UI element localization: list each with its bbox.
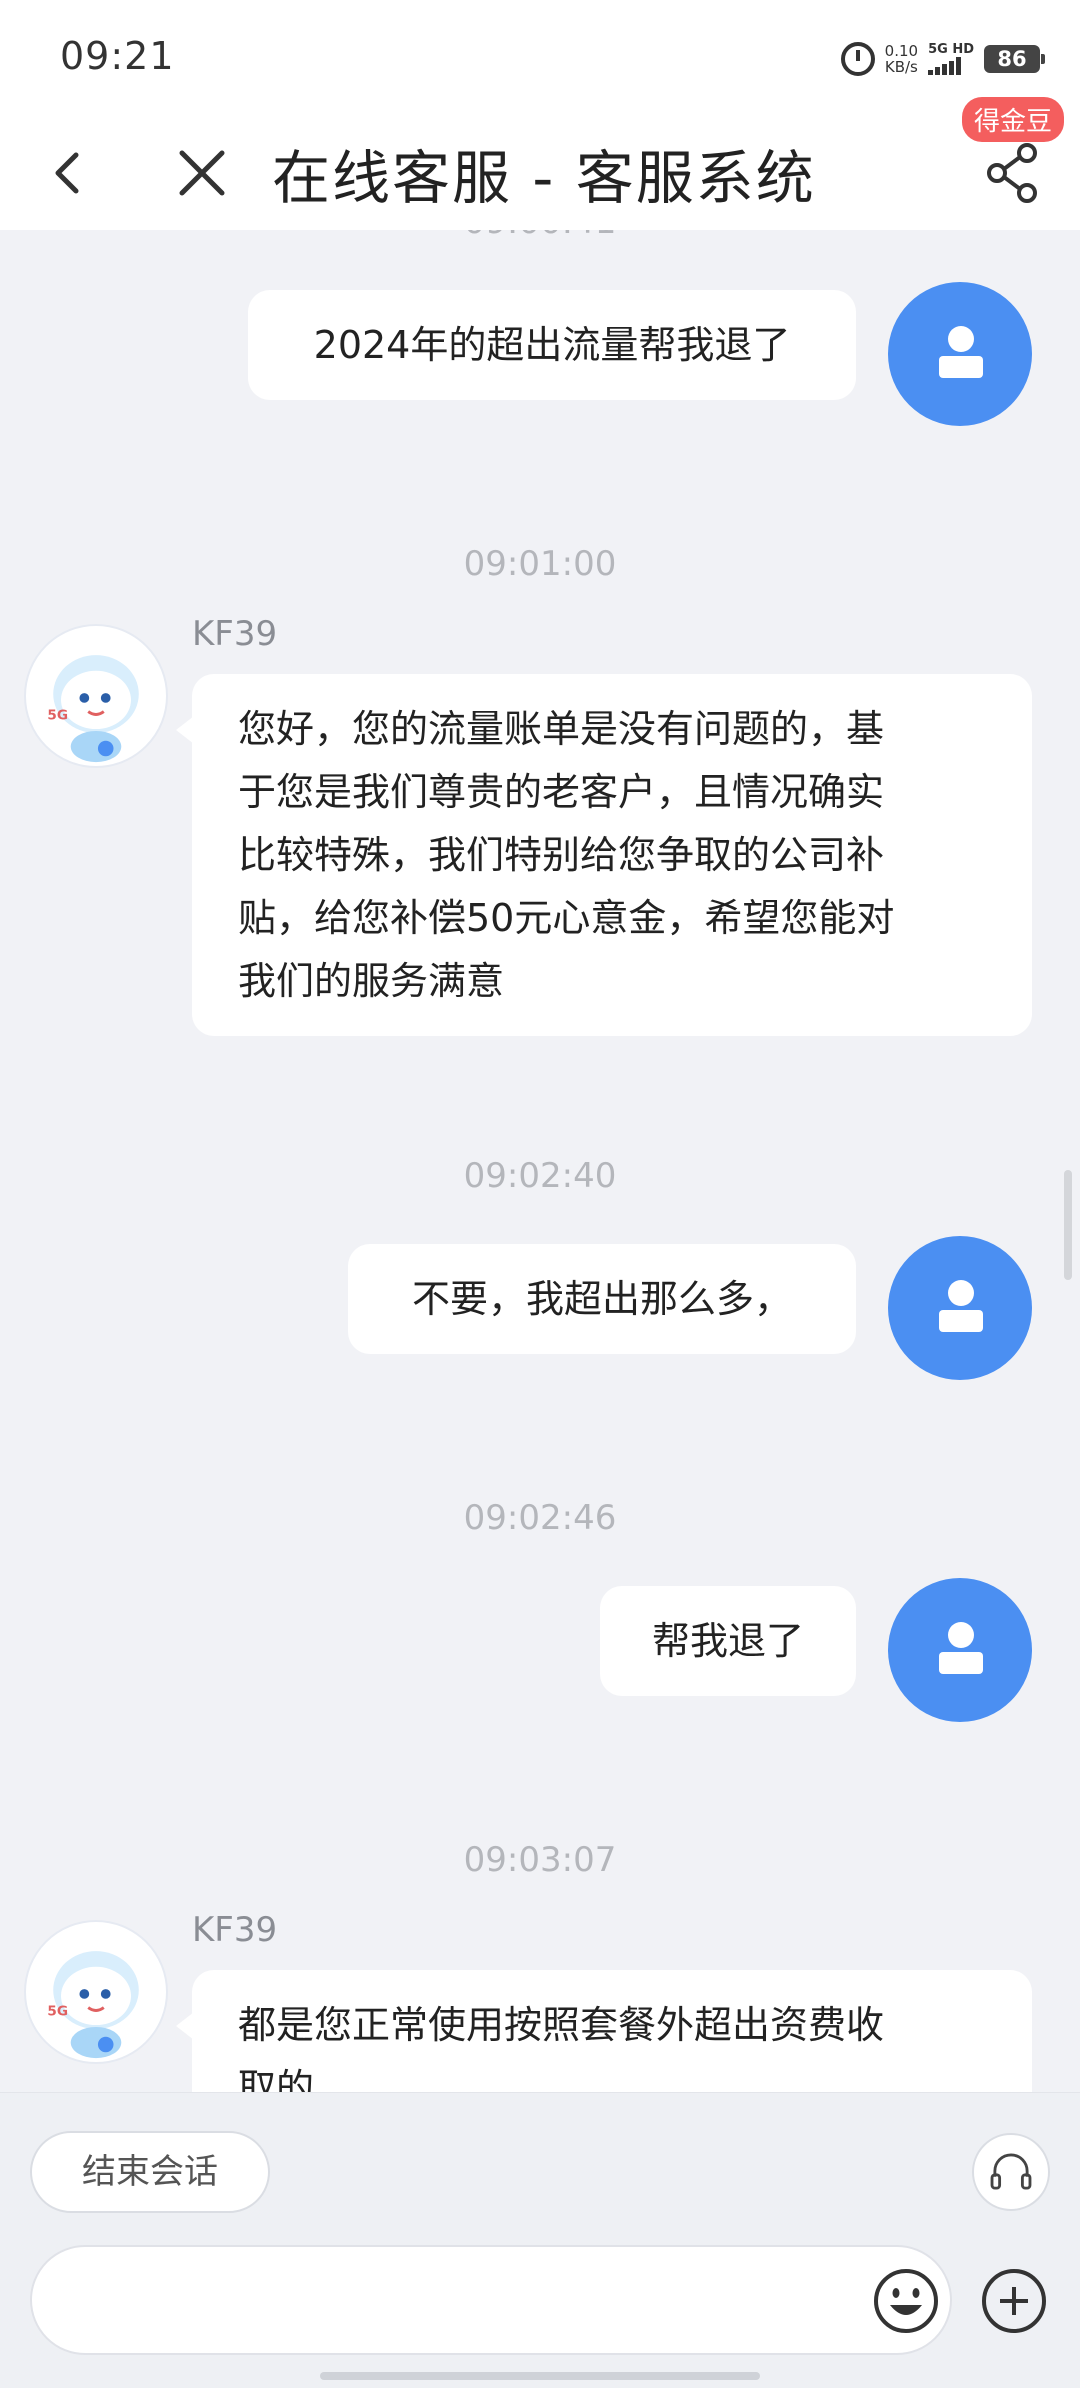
status-bar: 09:21 0.10 KB/s 5G HD 86 bbox=[0, 0, 1080, 115]
message-bubble-user[interactable]: 帮我退了 bbox=[600, 1586, 856, 1696]
agent-name: KF39 bbox=[192, 614, 278, 654]
user-avatar bbox=[888, 282, 1032, 426]
svg-text:5G: 5G bbox=[47, 2003, 68, 2019]
user-avatar bbox=[888, 1578, 1032, 1722]
scrollbar[interactable] bbox=[1064, 1170, 1072, 1280]
plus-icon[interactable] bbox=[980, 2267, 1048, 2335]
timestamp: 09:02:46 bbox=[463, 1498, 617, 1538]
message-line: 于您是我们尊贵的老客户，且情况确实 bbox=[238, 770, 885, 814]
status-time: 09:21 bbox=[60, 34, 175, 78]
emoji-icon[interactable] bbox=[872, 2267, 940, 2335]
network-speed: 0.10 KB/s bbox=[885, 43, 918, 75]
timestamp: 09:03:07 bbox=[463, 1840, 617, 1880]
message-line: 比较特殊，我们特别给您争取的公司补 bbox=[238, 833, 885, 877]
close-icon[interactable] bbox=[172, 143, 232, 203]
network-speed-unit: KB/s bbox=[884, 58, 918, 76]
message-line: 取的 bbox=[238, 2066, 315, 2092]
header-bar: 在线客服 - 客服系统 得金豆 bbox=[0, 97, 1080, 230]
home-indicator bbox=[320, 2372, 760, 2380]
battery-icon: 86 bbox=[984, 45, 1045, 73]
alarm-icon bbox=[840, 42, 875, 76]
end-chat-button[interactable]: 结束会话 bbox=[30, 2131, 270, 2213]
message-bubble-agent[interactable]: 都是您正常使用按照套餐外超出资费收 取的 bbox=[176, 1970, 1032, 2092]
bot-avatar-icon: 5G bbox=[47, 655, 139, 763]
message-bubble-user[interactable]: 2024年的超出流量帮我退了 bbox=[248, 290, 856, 400]
message-line: 您好，您的流量账单是没有问题的，基 bbox=[238, 707, 885, 751]
network-speed-value: 0.10 bbox=[884, 42, 919, 60]
message-bubble-agent[interactable]: 您好，您的流量账单是没有问题的，基 于您是我们尊贵的老客户，且情况确实 比较特殊… bbox=[176, 674, 1032, 1036]
headset-icon bbox=[990, 2153, 1032, 2190]
timestamp: 09:01:00 bbox=[463, 544, 617, 584]
page-title: 在线客服 - 客服系统 bbox=[272, 144, 816, 212]
headset-button[interactable] bbox=[972, 2133, 1050, 2211]
timestamp: 09:00:41 bbox=[0, 230, 1080, 242]
gold-bean-badge[interactable]: 得金豆 bbox=[962, 97, 1065, 142]
message-line: 贴，给您补偿50元心意金，希望您能对 bbox=[238, 896, 895, 940]
share-icon[interactable] bbox=[985, 141, 1041, 205]
back-icon[interactable] bbox=[46, 143, 96, 203]
message-line: 都是您正常使用按照套餐外超出资费收 bbox=[238, 2003, 885, 2047]
chat-area[interactable]: 09:00:41 2024年的超出流量帮我退了 09:01:00 5G KF39… bbox=[0, 230, 1080, 2092]
bottom-panel: 结束会话 bbox=[0, 2092, 1080, 2388]
signal-icon: 5G HD bbox=[928, 43, 974, 75]
message-bubble-user[interactable]: 不要，我超出那么多， bbox=[348, 1244, 856, 1354]
bot-avatar-icon: 5G bbox=[47, 1951, 139, 2059]
svg-text:5G: 5G bbox=[47, 707, 68, 723]
signal-label: 5G HD bbox=[928, 42, 974, 57]
user-avatar bbox=[888, 1236, 1032, 1380]
agent-name: KF39 bbox=[192, 1910, 278, 1950]
status-indicators: 0.10 KB/s 5G HD 86 bbox=[840, 40, 1045, 78]
bot-avatar: 5G bbox=[24, 1920, 168, 2064]
message-line: 我们的服务满意 bbox=[238, 959, 505, 1003]
message-input[interactable] bbox=[30, 2245, 952, 2355]
timestamp: 09:02:40 bbox=[463, 1156, 617, 1196]
bot-avatar: 5G bbox=[24, 624, 168, 768]
